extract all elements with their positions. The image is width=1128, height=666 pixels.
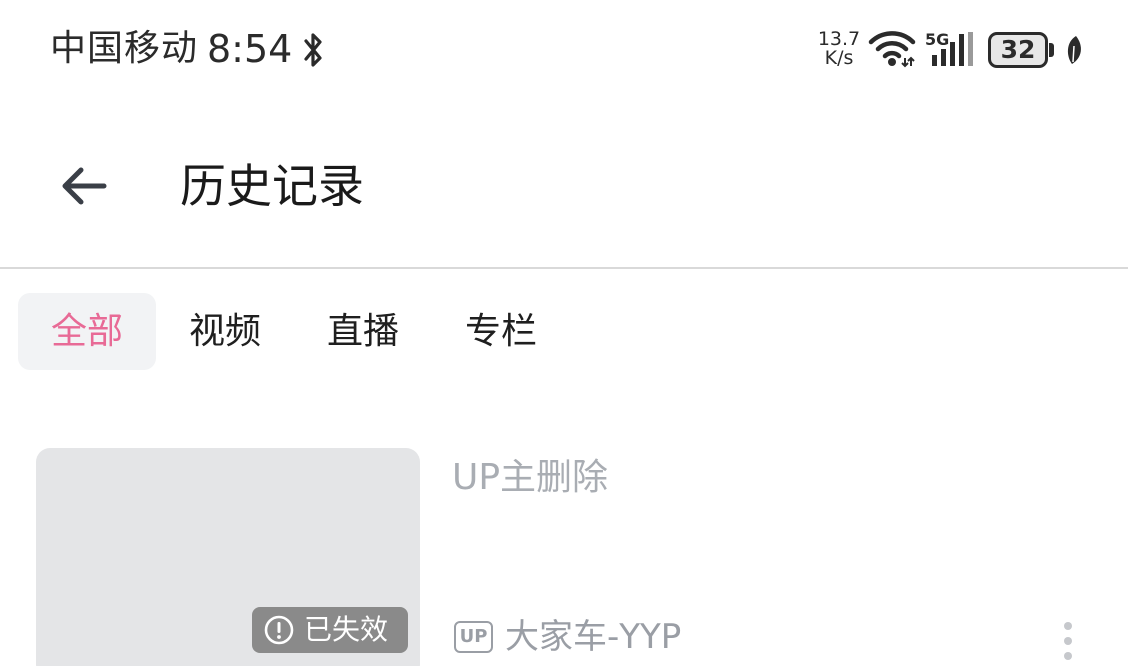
more-options-button[interactable] (1052, 616, 1084, 666)
app-header: 历史记录 (0, 100, 1128, 268)
status-bar: 中国移动 8:54 13.7 K/s 5G 32 (0, 0, 1128, 100)
tab-video[interactable]: 视频 (156, 293, 294, 370)
video-title: UP主删除 (452, 457, 609, 498)
page-title: 历史记录 (180, 159, 364, 213)
invalid-status-badge: 已失效 (252, 607, 408, 653)
battery-indicator: 32 (988, 32, 1054, 68)
carrier-name: 中国移动 (50, 28, 199, 69)
exclamation-circle-icon (264, 615, 294, 645)
battery-level: 32 (988, 32, 1048, 68)
status-time: 8:54 (207, 27, 293, 71)
network-speed: 13.7 K/s (816, 30, 862, 68)
power-saving-leaf-icon (1067, 36, 1081, 64)
wifi-icon (868, 31, 916, 68)
history-screen: 中国移动 8:54 13.7 K/s 5G 32 历史记录 全部 视频 直播 专… (0, 0, 1128, 666)
tab-all[interactable]: 全部 (18, 293, 156, 370)
back-button[interactable] (48, 150, 120, 222)
bluetooth-icon (304, 33, 322, 67)
more-dot-icon (1064, 652, 1072, 660)
network-speed-unit: K/s (824, 47, 854, 69)
tab-live[interactable]: 直播 (294, 293, 432, 370)
up-badge: UP (454, 621, 493, 653)
invalid-status-text: 已失效 (304, 613, 389, 646)
battery-nub (1049, 43, 1054, 57)
header-divider (0, 267, 1128, 269)
uploader-name[interactable]: 大家车-YYP (505, 614, 681, 660)
arrow-left-icon (62, 167, 107, 205)
signal-icon: 5G (925, 30, 973, 66)
tab-column[interactable]: 专栏 (432, 293, 570, 370)
more-dot-icon (1064, 637, 1072, 645)
more-dot-icon (1064, 622, 1072, 630)
network-type-label: 5G (925, 30, 949, 49)
